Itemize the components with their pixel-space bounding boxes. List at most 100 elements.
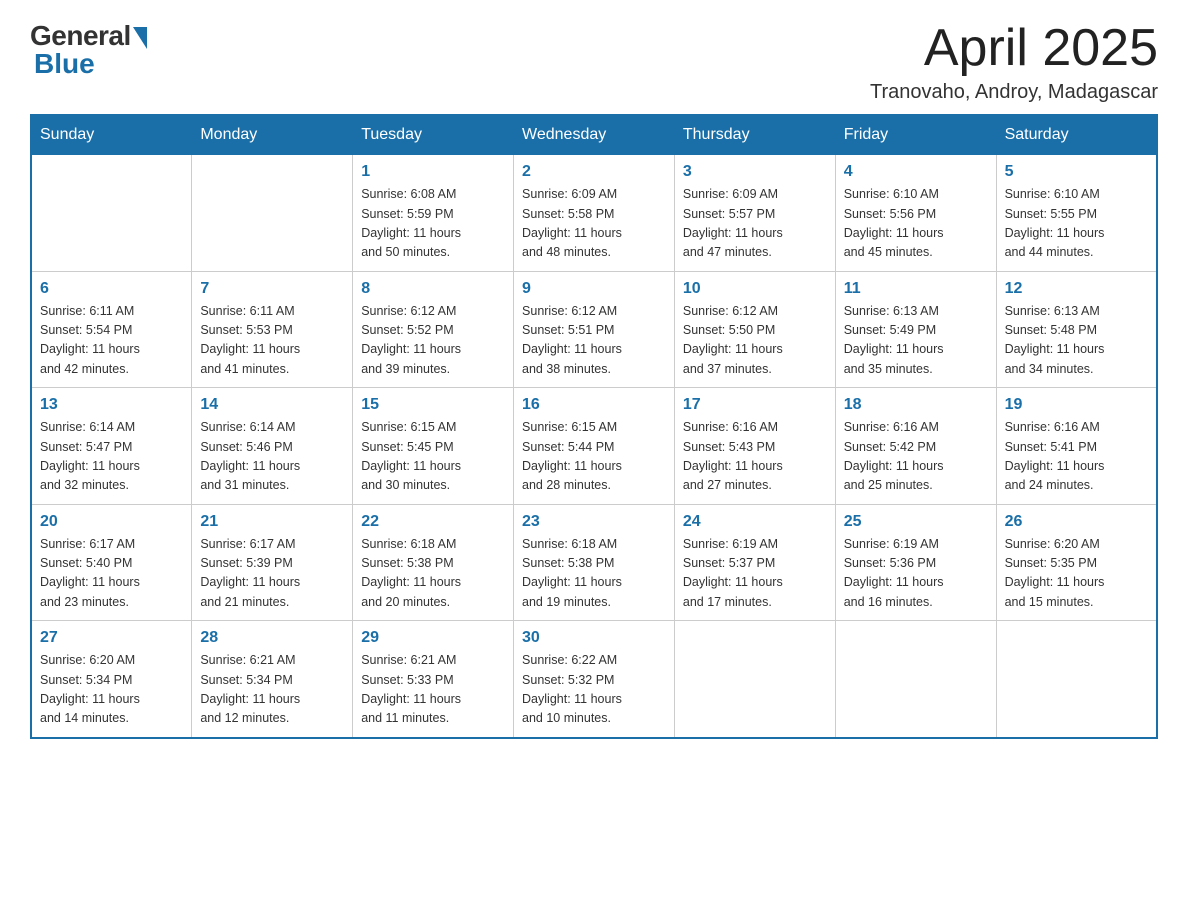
day-info: Sunrise: 6:19 AM Sunset: 5:37 PM Dayligh… xyxy=(683,535,827,613)
day-number: 13 xyxy=(40,396,183,414)
day-number: 7 xyxy=(200,280,344,298)
month-title: April 2025 xyxy=(870,20,1158,77)
day-info: Sunrise: 6:12 AM Sunset: 5:52 PM Dayligh… xyxy=(361,302,505,380)
weekday-header-monday: Monday xyxy=(192,115,353,155)
day-number: 5 xyxy=(1005,163,1148,181)
calendar-week-row: 6Sunrise: 6:11 AM Sunset: 5:54 PM Daylig… xyxy=(31,271,1157,388)
day-number: 14 xyxy=(200,396,344,414)
calendar-week-row: 1 Sunrise: 6:08 AM Sunset: 5:59 PM Daylig… xyxy=(31,155,1157,272)
day-info: Sunrise: 6:16 AM Sunset: 5:41 PM Dayligh… xyxy=(1005,418,1148,496)
day-info: Sunrise: 6:13 AM Sunset: 5:48 PM Dayligh… xyxy=(1005,302,1148,380)
day-info: Sunrise: 6:17 AM Sunset: 5:40 PM Dayligh… xyxy=(40,535,183,613)
calendar-cell: 14 Sunrise: 6:14 AM Sunset: 5:46 PM Dayli… xyxy=(192,388,353,505)
day-info: Sunrise: 6:20 AM Sunset: 5:34 PM Dayligh… xyxy=(40,651,183,729)
weekday-header-wednesday: Wednesday xyxy=(514,115,675,155)
day-info: Sunrise: 6:15 AM Sunset: 5:44 PM Dayligh… xyxy=(522,418,666,496)
day-info: Sunrise: 6:12 AM Sunset: 5:50 PM Dayligh… xyxy=(683,302,827,380)
calendar-cell: 1 Sunrise: 6:08 AM Sunset: 5:59 PM Daylig… xyxy=(353,155,514,272)
calendar-cell xyxy=(835,621,996,738)
day-number: 21 xyxy=(200,513,344,531)
calendar-cell: 3 Sunrise: 6:09 AM Sunset: 5:57 PM Daylig… xyxy=(674,155,835,272)
day-info: Sunrise: 6:10 AM Sunset: 5:55 PM Dayligh… xyxy=(1005,185,1148,263)
weekday-header-saturday: Saturday xyxy=(996,115,1157,155)
day-number: 11 xyxy=(844,280,988,298)
day-number: 24 xyxy=(683,513,827,531)
day-number: 22 xyxy=(361,513,505,531)
day-number: 9 xyxy=(522,280,666,298)
calendar-cell: 28 Sunrise: 6:21 AM Sunset: 5:34 PM Dayli… xyxy=(192,621,353,738)
calendar-cell: 19 Sunrise: 6:16 AM Sunset: 5:41 PM Dayli… xyxy=(996,388,1157,505)
day-info: Sunrise: 6:17 AM Sunset: 5:39 PM Dayligh… xyxy=(200,535,344,613)
day-number: 25 xyxy=(844,513,988,531)
day-number: 29 xyxy=(361,629,505,647)
calendar-cell: 20 Sunrise: 6:17 AM Sunset: 5:40 PM Dayli… xyxy=(31,504,192,621)
calendar-cell xyxy=(674,621,835,738)
day-number: 4 xyxy=(844,163,988,181)
day-number: 15 xyxy=(361,396,505,414)
day-number: 30 xyxy=(522,629,666,647)
day-number: 27 xyxy=(40,629,183,647)
calendar-cell xyxy=(31,155,192,272)
day-number: 12 xyxy=(1005,280,1148,298)
day-info: Sunrise: 6:18 AM Sunset: 5:38 PM Dayligh… xyxy=(361,535,505,613)
calendar-cell: 30Sunrise: 6:22 AM Sunset: 5:32 PM Dayli… xyxy=(514,621,675,738)
day-info: Sunrise: 6:14 AM Sunset: 5:47 PM Dayligh… xyxy=(40,418,183,496)
calendar-cell: 24 Sunrise: 6:19 AM Sunset: 5:37 PM Dayli… xyxy=(674,504,835,621)
day-info: Sunrise: 6:15 AM Sunset: 5:45 PM Dayligh… xyxy=(361,418,505,496)
logo-blue-text: Blue xyxy=(34,48,95,80)
day-info: Sunrise: 6:21 AM Sunset: 5:34 PM Dayligh… xyxy=(200,651,344,729)
calendar-cell: 29 Sunrise: 6:21 AM Sunset: 5:33 PM Dayli… xyxy=(353,621,514,738)
day-number: 28 xyxy=(200,629,344,647)
day-info: Sunrise: 6:11 AM Sunset: 5:54 PM Dayligh… xyxy=(40,302,183,380)
day-info: Sunrise: 6:21 AM Sunset: 5:33 PM Dayligh… xyxy=(361,651,505,729)
calendar-cell: 12 Sunrise: 6:13 AM Sunset: 5:48 PM Dayli… xyxy=(996,271,1157,388)
day-info: Sunrise: 6:09 AM Sunset: 5:58 PM Dayligh… xyxy=(522,185,666,263)
calendar-cell: 8 Sunrise: 6:12 AM Sunset: 5:52 PM Daylig… xyxy=(353,271,514,388)
day-number: 19 xyxy=(1005,396,1148,414)
weekday-header-sunday: Sunday xyxy=(31,115,192,155)
calendar-cell: 22 Sunrise: 6:18 AM Sunset: 5:38 PM Dayli… xyxy=(353,504,514,621)
day-number: 23 xyxy=(522,513,666,531)
logo: General Blue xyxy=(30,20,147,80)
day-info: Sunrise: 6:13 AM Sunset: 5:49 PM Dayligh… xyxy=(844,302,988,380)
calendar-cell xyxy=(996,621,1157,738)
weekday-header-friday: Friday xyxy=(835,115,996,155)
day-info: Sunrise: 6:19 AM Sunset: 5:36 PM Dayligh… xyxy=(844,535,988,613)
calendar-cell: 26 Sunrise: 6:20 AM Sunset: 5:35 PM Dayli… xyxy=(996,504,1157,621)
logo-triangle-icon xyxy=(133,27,147,49)
page-header: General Blue April 2025 Tranovaho, Andro… xyxy=(30,20,1158,104)
day-number: 20 xyxy=(40,513,183,531)
calendar-cell: 5 Sunrise: 6:10 AM Sunset: 5:55 PM Daylig… xyxy=(996,155,1157,272)
calendar-cell xyxy=(192,155,353,272)
calendar-cell: 15 Sunrise: 6:15 AM Sunset: 5:45 PM Dayli… xyxy=(353,388,514,505)
calendar-cell: 9 Sunrise: 6:12 AM Sunset: 5:51 PM Daylig… xyxy=(514,271,675,388)
day-number: 18 xyxy=(844,396,988,414)
day-number: 3 xyxy=(683,163,827,181)
day-number: 8 xyxy=(361,280,505,298)
day-info: Sunrise: 6:11 AM Sunset: 5:53 PM Dayligh… xyxy=(200,302,344,380)
day-info: Sunrise: 6:12 AM Sunset: 5:51 PM Dayligh… xyxy=(522,302,666,380)
calendar-cell: 17Sunrise: 6:16 AM Sunset: 5:43 PM Dayli… xyxy=(674,388,835,505)
day-number: 1 xyxy=(361,163,505,181)
location-text: Tranovaho, Androy, Madagascar xyxy=(870,81,1158,104)
day-number: 16 xyxy=(522,396,666,414)
weekday-header-thursday: Thursday xyxy=(674,115,835,155)
calendar-cell: 2Sunrise: 6:09 AM Sunset: 5:58 PM Daylig… xyxy=(514,155,675,272)
weekday-header-row: SundayMondayTuesdayWednesdayThursdayFrid… xyxy=(31,115,1157,155)
day-number: 10 xyxy=(683,280,827,298)
calendar-week-row: 20 Sunrise: 6:17 AM Sunset: 5:40 PM Dayli… xyxy=(31,504,1157,621)
day-number: 17 xyxy=(683,396,827,414)
day-info: Sunrise: 6:16 AM Sunset: 5:42 PM Dayligh… xyxy=(844,418,988,496)
calendar-week-row: 27 Sunrise: 6:20 AM Sunset: 5:34 PM Dayli… xyxy=(31,621,1157,738)
day-info: Sunrise: 6:20 AM Sunset: 5:35 PM Dayligh… xyxy=(1005,535,1148,613)
day-info: Sunrise: 6:14 AM Sunset: 5:46 PM Dayligh… xyxy=(200,418,344,496)
day-number: 26 xyxy=(1005,513,1148,531)
day-info: Sunrise: 6:18 AM Sunset: 5:38 PM Dayligh… xyxy=(522,535,666,613)
calendar-cell: 21 Sunrise: 6:17 AM Sunset: 5:39 PM Dayli… xyxy=(192,504,353,621)
calendar-cell: 7 Sunrise: 6:11 AM Sunset: 5:53 PM Daylig… xyxy=(192,271,353,388)
day-info: Sunrise: 6:09 AM Sunset: 5:57 PM Dayligh… xyxy=(683,185,827,263)
calendar-cell: 18 Sunrise: 6:16 AM Sunset: 5:42 PM Dayli… xyxy=(835,388,996,505)
day-info: Sunrise: 6:08 AM Sunset: 5:59 PM Dayligh… xyxy=(361,185,505,263)
day-info: Sunrise: 6:10 AM Sunset: 5:56 PM Dayligh… xyxy=(844,185,988,263)
calendar-cell: 4 Sunrise: 6:10 AM Sunset: 5:56 PM Daylig… xyxy=(835,155,996,272)
